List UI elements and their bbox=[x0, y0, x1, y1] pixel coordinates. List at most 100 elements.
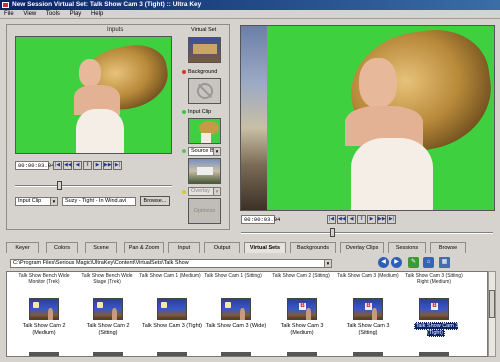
set-thumbnail-partial[interactable] bbox=[93, 352, 123, 356]
tab-sessions[interactable]: Sessions bbox=[388, 242, 426, 253]
go-end-button[interactable]: ▶| bbox=[387, 215, 396, 224]
browse-button[interactable]: Browse... bbox=[140, 196, 170, 206]
step-back-button[interactable]: ◀◀ bbox=[337, 215, 346, 224]
tab-colors[interactable]: Colors bbox=[46, 242, 78, 253]
edit-icon[interactable]: ✎ bbox=[408, 257, 419, 268]
capitol-graphic bbox=[197, 167, 213, 175]
play-button[interactable]: ▶ bbox=[93, 161, 102, 170]
go-start-button[interactable]: |◀ bbox=[327, 215, 336, 224]
logo-b-icon: B bbox=[299, 303, 306, 310]
inputs-title: Inputs bbox=[107, 27, 124, 33]
set-thumbnail-partial[interactable] bbox=[287, 352, 317, 356]
list-item-label[interactable]: Talk Show Cam 3 (Medium) bbox=[271, 323, 333, 337]
menu-view[interactable]: View bbox=[19, 10, 40, 19]
set-thumbnail-partial[interactable] bbox=[419, 352, 449, 356]
step-forward-button[interactable]: ▶▶ bbox=[377, 215, 386, 224]
set-thumbnail-partial[interactable] bbox=[353, 352, 383, 356]
play-back-button[interactable]: ◀ bbox=[347, 215, 356, 224]
background-thumb[interactable] bbox=[188, 78, 221, 104]
yellow-dot-icon bbox=[182, 189, 186, 194]
chevron-down-icon[interactable]: ▼ bbox=[324, 260, 331, 267]
input-preview[interactable] bbox=[15, 36, 172, 154]
set-thumbnail-partial[interactable] bbox=[221, 352, 251, 356]
browser-scrollbar[interactable] bbox=[488, 271, 496, 357]
list-item-label-selected[interactable]: Talk Show Cam 3 (Tight) bbox=[405, 322, 467, 337]
source-type-select[interactable]: Input Clip ▼ bbox=[15, 197, 58, 206]
back-icon[interactable]: ◀ bbox=[378, 257, 389, 268]
play-back-button[interactable]: ◀ bbox=[73, 161, 82, 170]
list-item-label[interactable]: Talk Show Cam 3 (Tight) bbox=[141, 323, 203, 330]
virtual-set-title: Virtual Set bbox=[191, 27, 217, 33]
overlay-select[interactable]: Overlay ▼ bbox=[188, 187, 221, 196]
optimize-button[interactable]: Optimize bbox=[188, 198, 221, 224]
output-preview[interactable] bbox=[240, 25, 495, 211]
input-transport: |◀ ◀◀ ◀ ‖ ▶ ▶▶ ▶| bbox=[53, 161, 122, 170]
tab-virtual-sets[interactable]: Virtual Sets bbox=[244, 242, 286, 253]
menu-play[interactable]: Play bbox=[66, 10, 86, 19]
step-forward-button[interactable]: ▶▶ bbox=[103, 161, 112, 170]
chevron-down-icon[interactable]: ▼ bbox=[213, 188, 220, 195]
output-timecode[interactable]: 00:00:03.04 bbox=[241, 215, 280, 224]
set-thumbnail-partial[interactable] bbox=[157, 352, 187, 356]
list-item-label[interactable]: Talk Show Cam 2 (Medium) bbox=[13, 323, 75, 337]
list-item-label[interactable]: Talk Show Cam 3 (Sitting) bbox=[337, 323, 399, 337]
tab-backgrounds[interactable]: Backgrounds bbox=[290, 242, 336, 253]
input-timecode[interactable]: 00:00:03.04 bbox=[15, 161, 54, 170]
go-start-button[interactable]: |◀ bbox=[53, 161, 62, 170]
tab-input[interactable]: Input bbox=[168, 242, 200, 253]
virtual-set-thumb[interactable] bbox=[188, 37, 221, 63]
menu-file[interactable]: File bbox=[0, 10, 18, 19]
set-thumbnail-partial[interactable] bbox=[29, 352, 59, 356]
face-graphic bbox=[79, 59, 101, 87]
go-end-button[interactable]: ▶| bbox=[113, 161, 122, 170]
source-b-select[interactable]: Source B ▼ bbox=[188, 147, 221, 156]
source-b-thumb[interactable] bbox=[188, 158, 221, 184]
chevron-down-icon[interactable]: ▼ bbox=[50, 198, 57, 205]
chevron-down-icon[interactable]: ▼ bbox=[213, 148, 220, 155]
input-clip-label: Input Clip bbox=[182, 109, 211, 115]
set-thumbnail[interactable]: B bbox=[287, 298, 317, 320]
output-slider-thumb[interactable] bbox=[329, 228, 335, 237]
logo-b-icon: B bbox=[365, 303, 372, 310]
clip-name-field[interactable]: Suzy - Tight - In Wind.avi bbox=[62, 197, 136, 206]
lamp-graphic bbox=[161, 302, 167, 308]
step-back-button[interactable]: ◀◀ bbox=[63, 161, 72, 170]
tab-output[interactable]: Output bbox=[204, 242, 240, 253]
play-button[interactable]: ▶ bbox=[367, 215, 376, 224]
input-clip-thumb[interactable] bbox=[188, 118, 221, 144]
tab-scene[interactable]: Scene bbox=[85, 242, 117, 253]
selected-label-text: Talk Show Cam 3 (Tight) bbox=[413, 322, 459, 337]
top-graphic bbox=[351, 138, 433, 210]
menu-help[interactable]: Help bbox=[87, 10, 107, 19]
set-thumbnail-selected[interactable]: B bbox=[419, 298, 449, 320]
set-thumbnail[interactable] bbox=[157, 298, 187, 320]
background-label: Background bbox=[182, 69, 217, 75]
menu-tools[interactable]: Tools bbox=[42, 10, 64, 19]
tab-browse[interactable]: Browse bbox=[430, 242, 466, 253]
folder-path-select[interactable]: C:\Program Files\Serious Magic\UltraKey\… bbox=[10, 259, 332, 268]
list-item-top: Talk Show Cam 3 (Medium) bbox=[337, 273, 399, 279]
home-icon[interactable]: ⌂ bbox=[423, 257, 434, 268]
input-slider-track[interactable] bbox=[15, 185, 172, 187]
list-item-top: Talk Show Cam 2 (Sitting) bbox=[272, 273, 330, 279]
tab-pan-zoom[interactable]: Pan & Zoom bbox=[124, 242, 164, 253]
set-thumbnail[interactable] bbox=[221, 298, 251, 320]
forward-icon[interactable]: ▶ bbox=[391, 257, 402, 268]
pause-button[interactable]: ‖ bbox=[83, 161, 92, 170]
output-slider-track[interactable] bbox=[241, 232, 493, 234]
set-thumbnail[interactable]: B bbox=[353, 298, 383, 320]
set-thumbnail[interactable] bbox=[93, 298, 123, 320]
lamp-graphic bbox=[225, 302, 231, 308]
tab-overlay-clips[interactable]: Overlay Clips bbox=[340, 242, 384, 253]
input-slider-thumb[interactable] bbox=[56, 181, 62, 190]
folder-path-value: C:\Program Files\Serious Magic\UltraKey\… bbox=[13, 260, 189, 266]
grid-view-icon[interactable]: ▦ bbox=[439, 257, 450, 268]
list-item-label[interactable]: Talk Show Cam 3 (Wide) bbox=[205, 323, 267, 330]
set-thumbnail[interactable] bbox=[29, 298, 59, 320]
scrollbar-thumb[interactable] bbox=[489, 290, 495, 318]
tab-keyer[interactable]: Keyer bbox=[6, 242, 39, 253]
pause-button[interactable]: ‖ bbox=[357, 215, 366, 224]
list-item-label[interactable]: Talk Show Cam 2 (Sitting) bbox=[77, 323, 139, 337]
host-graphic bbox=[240, 308, 245, 320]
output-transport: |◀ ◀◀ ◀ ‖ ▶ ▶▶ ▶| bbox=[327, 215, 396, 224]
